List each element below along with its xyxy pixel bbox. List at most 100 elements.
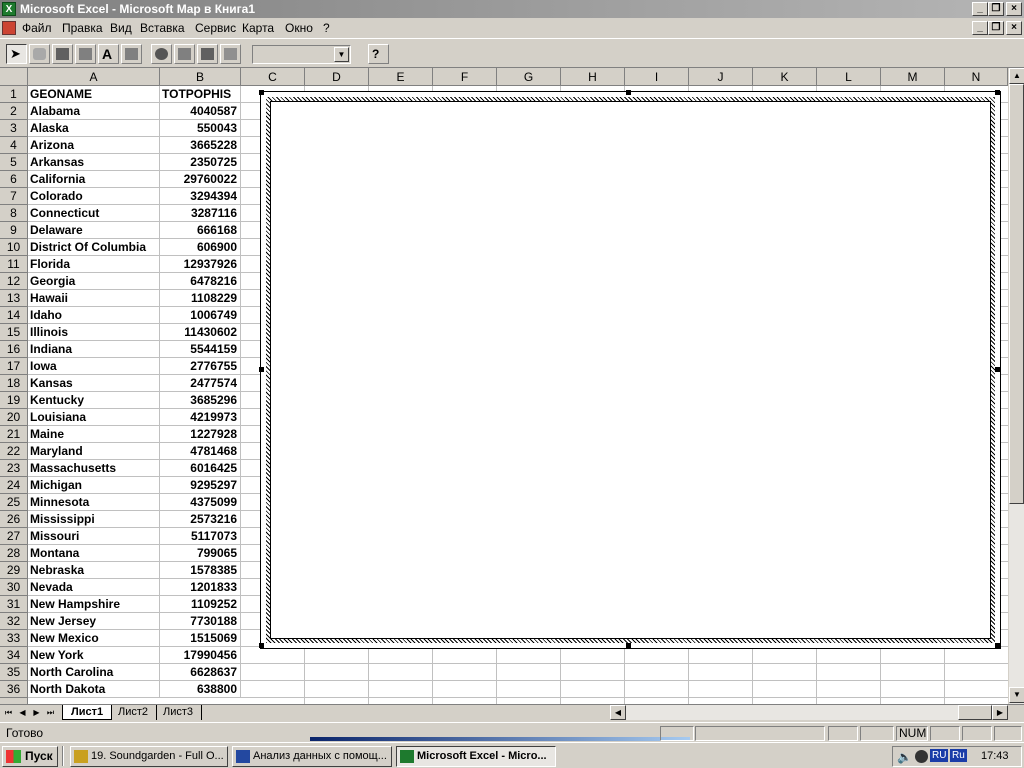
row-header[interactable]: 27 [0,528,28,545]
cell-totpophis[interactable]: 2776755 [160,358,241,375]
horizontal-scrollbar[interactable]: ◀ ▶ [610,705,1008,720]
custom-pin-button[interactable] [121,44,142,64]
cell-geoname[interactable]: Michigan [28,477,160,494]
resize-handle-w[interactable] [259,367,264,372]
column-header-l[interactable]: L [817,68,881,86]
cell-totpophis[interactable]: 3294394 [160,188,241,205]
cell-geoname[interactable]: Mississippi [28,511,160,528]
map-refresh-button[interactable] [197,44,218,64]
display-entire-button[interactable] [151,44,172,64]
row-header[interactable]: 11 [0,256,28,273]
cell-geoname[interactable]: Massachusetts [28,460,160,477]
task-word-document[interactable]: Анализ данных с помощ... [232,746,392,767]
resize-handle-s[interactable] [626,643,631,648]
cell-geoname[interactable]: New Mexico [28,630,160,647]
excel-app-icon[interactable]: X [2,2,16,16]
row-header[interactable]: 28 [0,545,28,562]
resize-handle-n[interactable] [626,90,631,95]
tray-app-icon[interactable] [915,750,928,763]
cell-geoname[interactable]: Kansas [28,375,160,392]
cell-geoname[interactable]: Kentucky [28,392,160,409]
chevron-down-icon[interactable]: ▼ [334,47,349,62]
cell-totpophis[interactable]: 2477574 [160,375,241,392]
cell-geoname[interactable]: District Of Columbia [28,239,160,256]
cell-totpophis[interactable]: 4781468 [160,443,241,460]
prev-sheet-button[interactable]: ◀ [16,706,29,719]
cell-geoname[interactable]: Hawaii [28,290,160,307]
cell-geoname[interactable]: Idaho [28,307,160,324]
row-header[interactable]: 32 [0,613,28,630]
row-header[interactable]: 22 [0,443,28,460]
cell-totpophis[interactable]: 11430602 [160,324,241,341]
cell-b1-header[interactable]: TOTPOPHIS [160,86,241,103]
cell-geoname[interactable]: Georgia [28,273,160,290]
zoom-dropdown[interactable]: ▼ [252,45,351,64]
row-header[interactable]: 35 [0,664,28,681]
cell-geoname[interactable]: Iowa [28,358,160,375]
menu-tools[interactable]: Сервис [195,21,236,35]
row-header[interactable]: 3 [0,120,28,137]
map-labels-button[interactable] [75,44,96,64]
row-header[interactable]: 9 [0,222,28,239]
column-header-a[interactable]: A [28,68,160,86]
keyboard-layout-indicator[interactable]: Ru [950,749,967,762]
cell-geoname[interactable]: Indiana [28,341,160,358]
scroll-left-button[interactable]: ◀ [610,705,626,720]
row-header[interactable]: 7 [0,188,28,205]
row-header[interactable]: 31 [0,596,28,613]
cell-a1-header[interactable]: GEONAME [28,86,160,103]
cell-totpophis[interactable]: 1108229 [160,290,241,307]
row-header[interactable]: 6 [0,171,28,188]
cell-geoname[interactable]: Alaska [28,120,160,137]
row-header[interactable]: 14 [0,307,28,324]
resize-handle-e[interactable] [995,367,1000,372]
cell-totpophis[interactable]: 4219973 [160,409,241,426]
cell-totpophis[interactable]: 606900 [160,239,241,256]
add-text-button[interactable]: A [98,44,119,64]
restore-button[interactable]: ❐ [988,2,1004,16]
row-header[interactable]: 34 [0,647,28,664]
row-header[interactable]: 20 [0,409,28,426]
row-header[interactable]: 1 [0,86,28,103]
cell-geoname[interactable]: Maine [28,426,160,443]
doc-minimize-button[interactable]: _ [972,21,988,35]
cell-geoname[interactable]: Connecticut [28,205,160,222]
row-header[interactable]: 16 [0,341,28,358]
row-header[interactable]: 17 [0,358,28,375]
column-header-g[interactable]: G [497,68,561,86]
menu-edit[interactable]: Правка [62,21,103,35]
cell-geoname[interactable]: Alabama [28,103,160,120]
cell-totpophis[interactable]: 666168 [160,222,241,239]
row-header[interactable]: 5 [0,154,28,171]
cell-totpophis[interactable]: 2573216 [160,511,241,528]
cell-totpophis[interactable]: 1109252 [160,596,241,613]
column-header-j[interactable]: J [689,68,753,86]
map-canvas[interactable] [270,101,991,639]
row-header[interactable]: 24 [0,477,28,494]
cell-totpophis[interactable]: 6016425 [160,460,241,477]
scroll-down-button[interactable]: ▼ [1009,687,1024,703]
cell-totpophis[interactable]: 9295297 [160,477,241,494]
menu-file[interactable]: Файл [22,21,52,35]
row-header[interactable]: 15 [0,324,28,341]
resize-handle-ne[interactable] [995,90,1000,95]
row-header[interactable]: 36 [0,681,28,698]
language-indicator[interactable]: RU [930,749,949,762]
cell-totpophis[interactable]: 17990456 [160,647,241,664]
cell-totpophis[interactable]: 5117073 [160,528,241,545]
minimize-button[interactable]: _ [972,2,988,16]
cell-totpophis[interactable]: 3665228 [160,137,241,154]
cell-totpophis[interactable]: 12937926 [160,256,241,273]
row-header[interactable]: 25 [0,494,28,511]
show-control-button[interactable] [220,44,241,64]
cell-totpophis[interactable]: 6478216 [160,273,241,290]
redraw-map-button[interactable] [174,44,195,64]
row-header[interactable]: 29 [0,562,28,579]
cell-geoname[interactable]: Nebraska [28,562,160,579]
cell-geoname[interactable]: Colorado [28,188,160,205]
cell-geoname[interactable]: California [28,171,160,188]
scroll-right-button[interactable]: ▶ [992,705,1008,720]
doc-close-button[interactable]: × [1006,21,1022,35]
cell-geoname[interactable]: Florida [28,256,160,273]
select-objects-button[interactable]: ➤ [6,44,27,64]
